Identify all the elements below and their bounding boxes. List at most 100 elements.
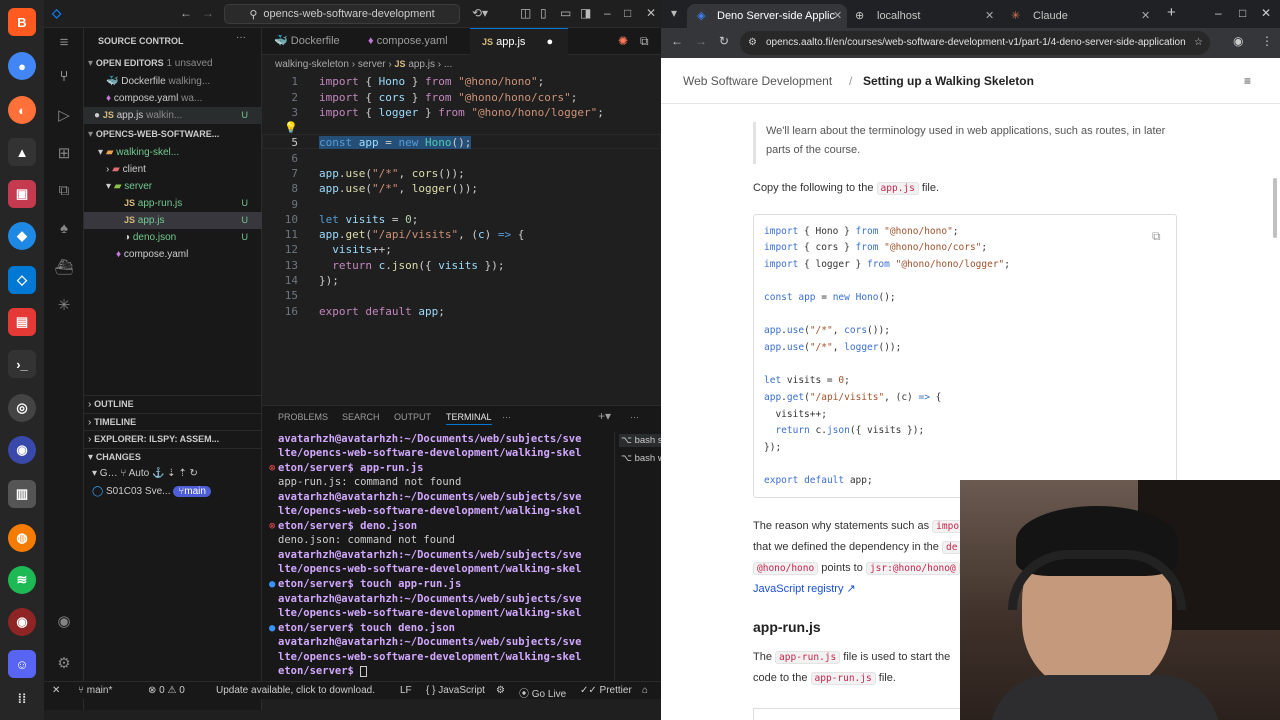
tree-file[interactable]: JS app-run.js U (84, 195, 262, 212)
more-actions-icon[interactable]: ··· (236, 32, 246, 43)
tree-folder[interactable]: ▾ ▰ server (84, 178, 262, 195)
minimize-icon[interactable]: – (604, 6, 611, 20)
run-debug-icon[interactable]: ▷ (54, 106, 74, 126)
tree-file[interactable]: ◑ deno.json U (84, 229, 262, 246)
branch-status[interactable]: ⑂ main* (78, 685, 112, 696)
remote-icon[interactable]: ✕ (52, 685, 60, 696)
new-tab-icon[interactable]: + (1167, 4, 1176, 21)
tree-file[interactable]: ♦ compose.yaml (84, 246, 262, 263)
app2-icon[interactable]: ◉ (8, 436, 36, 464)
files-icon[interactable]: ▥ (8, 480, 36, 508)
remote-icon[interactable]: ⧉ (54, 182, 74, 202)
language-status[interactable]: { } JavaScript (426, 685, 485, 696)
mongo-icon[interactable]: ♠ (54, 220, 74, 240)
eol-status[interactable]: LF (400, 685, 412, 696)
menu-icon[interactable]: ⋮ (1261, 34, 1273, 48)
extension-icon[interactable]: ✳ (54, 296, 74, 316)
blender-icon[interactable]: ◍ (8, 524, 36, 552)
chrome-icon[interactable]: ● (8, 52, 36, 80)
docker-icon[interactable]: ⛴ (54, 258, 74, 278)
tab-output[interactable]: OUTPUT (394, 412, 431, 422)
back-icon[interactable]: ← (180, 6, 192, 20)
firefox-icon[interactable]: ◐ (8, 96, 36, 124)
close-icon[interactable]: ✕ (646, 6, 656, 20)
layout-icon[interactable]: ◫ (520, 6, 531, 20)
registry-link[interactable]: JavaScript registry ↗ (753, 583, 856, 595)
forward-icon[interactable]: → (695, 34, 707, 48)
extensions-icon[interactable]: ⊞ (54, 144, 74, 164)
maximize-icon[interactable]: □ (624, 6, 631, 20)
eye-icon[interactable]: ◉ (8, 608, 36, 636)
toggle-secondary-icon[interactable]: ◨ (580, 6, 591, 20)
tab-app-js[interactable]: JS app.js ● (470, 28, 568, 55)
timeline-header[interactable]: › TIMELINE (84, 413, 262, 430)
workspace-header[interactable]: ▾ OPENCS-WEB-SOFTWARE... (84, 126, 262, 143)
more-icon[interactable]: ··· (630, 412, 639, 422)
tree-file[interactable]: JS app.js U (84, 212, 262, 229)
update-status[interactable]: Update available, click to download. (216, 685, 375, 696)
lightbulb-icon[interactable]: 💡 (262, 121, 298, 134)
obs-icon[interactable]: ◎ (8, 394, 36, 422)
new-terminal-icon[interactable]: +▾ (598, 409, 611, 423)
site-info-icon[interactable]: ⚙ (748, 31, 757, 55)
back-icon[interactable]: ← (671, 34, 683, 48)
spotify-icon[interactable]: ≋ (8, 566, 36, 594)
settings-gear-icon[interactable]: ⚙ (54, 654, 74, 674)
reload-icon[interactable]: ↻ (719, 34, 729, 48)
app-grid-icon[interactable]: ⁞⁞ (8, 684, 36, 712)
tab-problems[interactable]: PROBLEMS (278, 412, 328, 422)
tree-folder[interactable]: ▾ ▰ walking-skel... (84, 144, 262, 161)
browser-tab-active[interactable]: ◈ Deno Server-side Applic ✕ (687, 4, 847, 28)
close-tab-icon[interactable]: ✕ (1141, 4, 1150, 28)
menu-icon[interactable]: ≡ (1244, 74, 1251, 88)
open-editors-header[interactable]: ▾ OPEN EDITORS 1 unsaved (84, 55, 262, 72)
page-scrollbar[interactable] (1273, 178, 1277, 238)
profile-icon[interactable]: ◉ (1233, 34, 1243, 48)
tab-dockerfile[interactable]: 🐳 Dockerfile (262, 28, 354, 55)
repo-item[interactable]: ◯ S01C03 Sve... ⑂main (84, 483, 262, 500)
problems-status[interactable]: ⊗ 0 ⚠ 0 (148, 685, 185, 696)
open-editor-item[interactable]: ♦ compose.yaml wa... (84, 90, 262, 107)
breadcrumb-home[interactable]: Web Software Development (683, 74, 832, 88)
docker-icon[interactable]: ◆ (8, 222, 36, 250)
tab-compose[interactable]: ♦ compose.yaml (356, 28, 468, 55)
changes-toolbar[interactable]: ▾ G… ⑂ Auto ⚓ ⇣ ⇡ ↻ (84, 465, 262, 482)
browser-tab[interactable]: ⊕ localhost ✕ (847, 4, 1003, 28)
close-tab-icon[interactable]: ✕ (833, 4, 842, 28)
tab-search-icon[interactable]: ▾ (671, 6, 677, 20)
inkscape-icon[interactable]: ▲ (8, 138, 36, 166)
outline-header[interactable]: › OUTLINE (84, 395, 262, 412)
changes-header[interactable]: ▾ CHANGES (84, 448, 262, 465)
prettier-status[interactable]: ✓✓ Prettier (580, 685, 632, 696)
account-icon[interactable]: ◉ (54, 612, 74, 632)
code-editor[interactable]: 1 2 3 💡 5 6 7 8 9 10 11 12 13 14 15 16 i… (262, 73, 661, 373)
minimize-icon[interactable]: – (1215, 6, 1222, 20)
menu-icon[interactable]: ≡ (54, 34, 74, 54)
close-tab-icon[interactable]: ✕ (985, 4, 994, 28)
browser-tab[interactable]: ✳ Claude ✕ (1003, 4, 1159, 28)
terminal-icon[interactable]: ›_ (8, 350, 36, 378)
more-icon[interactable]: ··· (502, 412, 511, 422)
copilot-icon[interactable]: ⟲▾ (472, 6, 488, 20)
source-control-icon[interactable]: ⑂ (54, 68, 74, 88)
go-live-status[interactable]: ⦿ Go Live (519, 685, 566, 700)
split-editor-icon[interactable]: ⧉ (640, 34, 649, 49)
pdf-icon[interactable]: ▤ (8, 308, 36, 336)
brave-icon[interactable]: B (8, 8, 36, 36)
open-editor-item[interactable]: 🐳 Dockerfile walking... (84, 73, 262, 90)
vscode-icon[interactable]: ◇ (8, 266, 36, 294)
copilot-icon[interactable]: ⚙ (496, 685, 505, 696)
fetch-icon[interactable]: ⚓ ⇣ ⇡ ↻ (152, 468, 198, 479)
terminal-output[interactable]: avatarhzh@avatarhzh:~/Documents/web/subj… (262, 432, 614, 682)
app-icon[interactable]: ▣ (8, 180, 36, 208)
bookmark-star-icon[interactable]: ☆ (1194, 31, 1203, 55)
command-center[interactable]: ⚲ opencs-web-software-development (224, 4, 460, 24)
forward-icon[interactable]: → (202, 6, 214, 20)
notifications-icon[interactable]: ⌂ (642, 685, 648, 696)
copy-icon[interactable]: ⧉ (1152, 229, 1161, 244)
toggle-sidebar-icon[interactable]: ▯ (540, 6, 547, 20)
copilot-icon[interactable]: ✺ (618, 34, 628, 48)
close-icon[interactable]: ✕ (1261, 6, 1271, 20)
tab-search[interactable]: SEARCH (342, 412, 380, 422)
ilspy-header[interactable]: › EXPLORER: ILSPY: ASSEM... (84, 430, 262, 447)
